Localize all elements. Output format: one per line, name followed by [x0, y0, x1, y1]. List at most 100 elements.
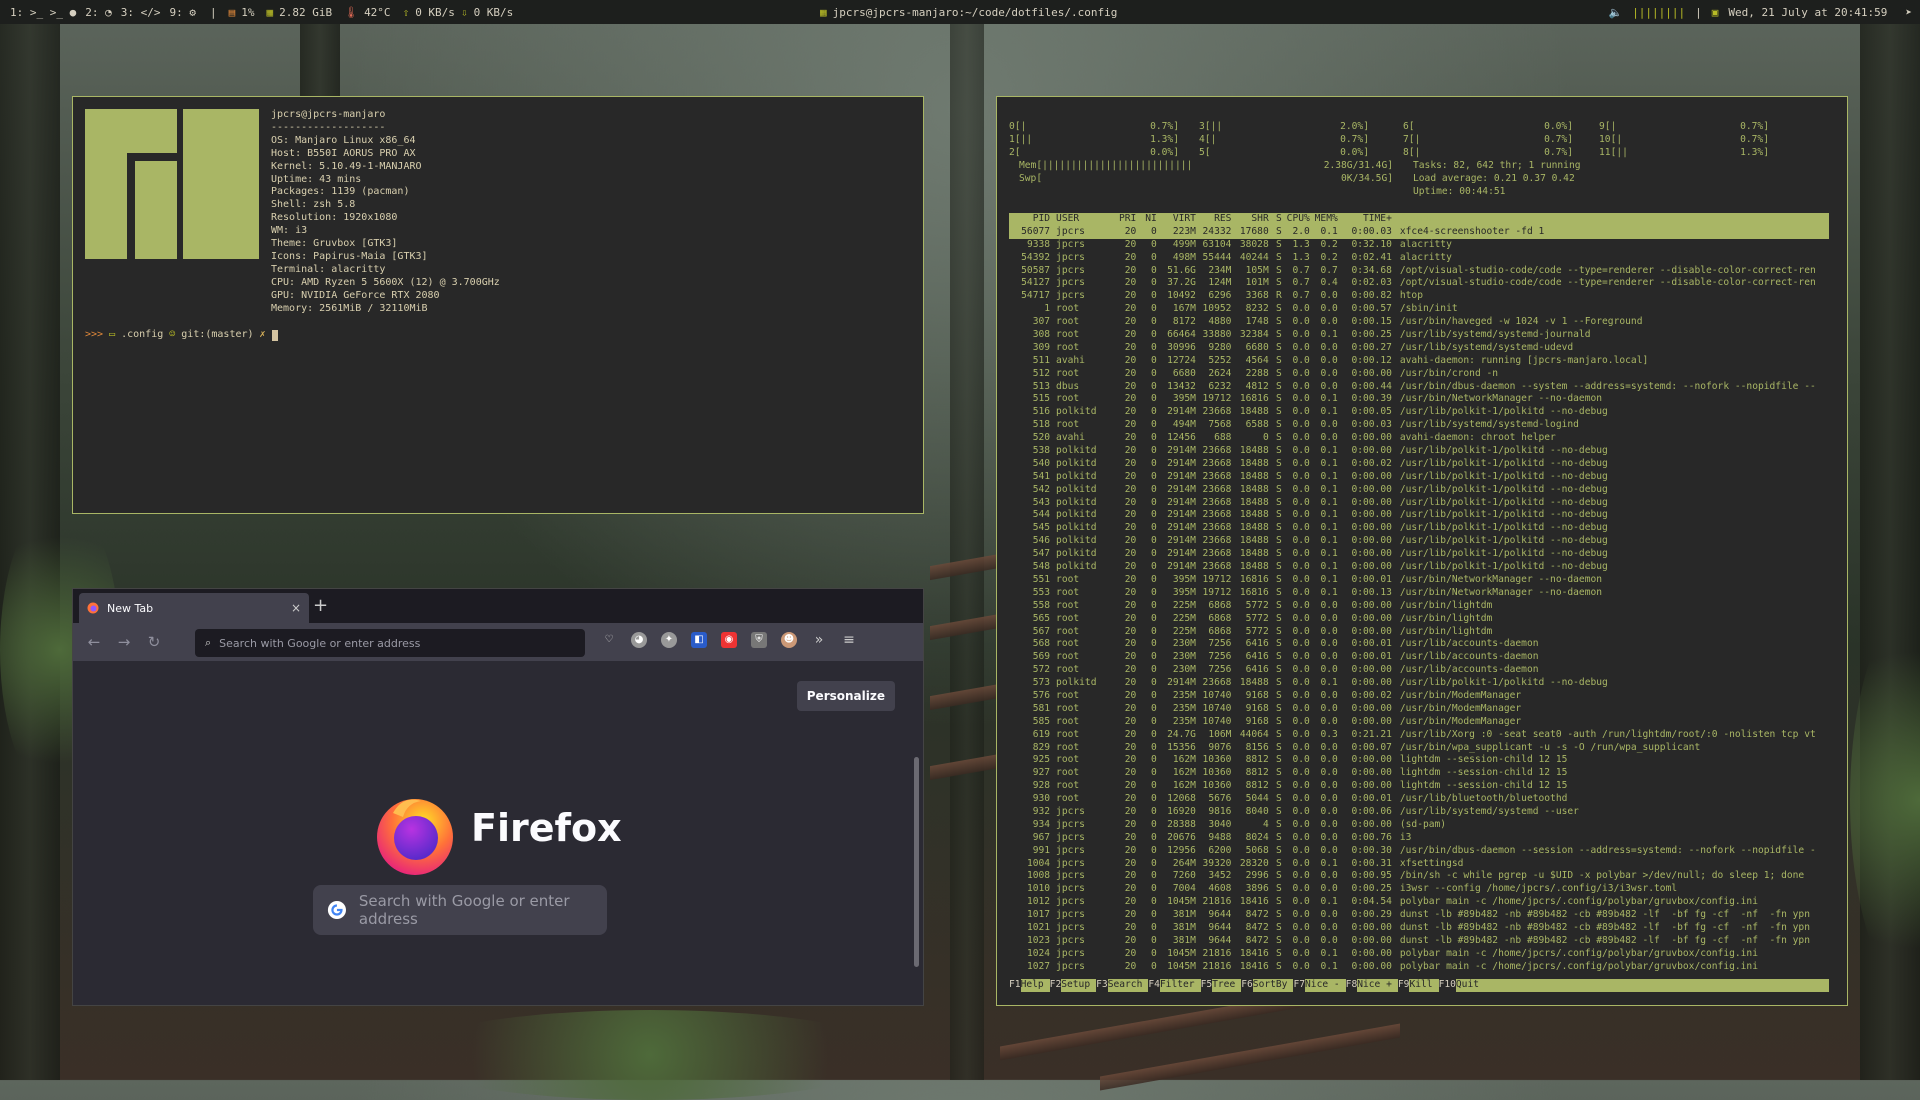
function-key[interactable]: F9 Kill	[1397, 979, 1439, 992]
table-row[interactable]: 925 root 20 0 162M 10360 8812 S 0.0 0.0 0:00.00 lig…	[1009, 754, 1829, 767]
new-tab-button[interactable]: +	[313, 595, 328, 616]
function-key[interactable]: F7 Nice -	[1293, 979, 1346, 992]
personalize-button[interactable]: Personalize	[796, 681, 895, 711]
table-row[interactable]: 515 root 20 0 395M 19712 16816 S 0.0 0.1 0:00.39/u…	[1009, 393, 1829, 406]
table-row[interactable]: 1024 jpcrs 20 0 1045M 21816 18416 S 0.0 0.1 0:00.0…	[1009, 948, 1829, 961]
new-tab-search-input[interactable]: Search with Google or enter address	[313, 885, 607, 935]
function-key[interactable]: F8 Nice +	[1345, 979, 1398, 992]
table-row[interactable]: 307 root 20 0 8172 4880 1748 S 0.0 0.0 0:00.15/usr…	[1009, 316, 1829, 329]
table-row[interactable]: 567 root 20 0 225M 6868 5772 S 0.0 0.0 0:00.00/usr…	[1009, 626, 1829, 639]
table-row[interactable]: 54717 jpcrs 20 0 10492 6296 3368 R 0.7 0.0 0:00.82…	[1009, 290, 1829, 303]
account-icon[interactable]: ◕	[631, 632, 647, 648]
table-row[interactable]: 308 root 20 0 66464 33880 32384 S 0.0 0.1 0:00.25 /…	[1009, 329, 1829, 342]
shield-extension-icon[interactable]: ◧	[691, 632, 707, 648]
table-row[interactable]: 309 root 20 0 30996 9280 6680 S 0.0 0.0 0:00.27/us…	[1009, 342, 1829, 355]
table-row[interactable]: 56077 jpcrs 20 0 223M 24332 17680 S 2.0 0.1 0:00.0…	[1009, 225, 1829, 239]
table-row[interactable]: 546 polkitd 20 0 2914M 23668 18488 S 0.0 0.1 0:00.…	[1009, 535, 1829, 548]
volume-bar[interactable]: ||||||||	[1632, 6, 1685, 19]
table-row[interactable]: 572 root 20 0 230M 7256 6416 S 0.0 0.0 0:00.00/usr…	[1009, 664, 1829, 677]
reload-icon[interactable]: ↻	[139, 633, 169, 651]
table-row[interactable]: 585 root 20 0 235M 10740 9168 S 0.0 0.0 0:00.00/us…	[1009, 716, 1829, 729]
function-key[interactable]: F10 Quit	[1438, 979, 1485, 992]
function-key[interactable]: F4 Filter	[1148, 979, 1201, 992]
workspace-2[interactable]: 2: ◔	[85, 6, 112, 19]
table-row[interactable]: 516 polkitd 20 0 2914M 23668 18488 S 0.0 0.1 0:00.…	[1009, 406, 1829, 419]
table-row[interactable]: 9338 jpcrs 20 0 499M 63104 38028 S 1.3 0.2 0:32.10…	[1009, 239, 1829, 252]
table-row[interactable]: 565 root 20 0 225M 6868 5772 S 0.0 0.0 0:00.00/usr…	[1009, 613, 1829, 626]
table-header[interactable]: PID USER PRI NI VIRT RES SHR S CPU% MEM% TIME+ Comm…	[1009, 213, 1829, 226]
table-row[interactable]: 518 root 20 0 494M 7568 6588 S 0.0 0.0 0:00.03/usr…	[1009, 419, 1829, 432]
table-row[interactable]: 54392 jpcrs 20 0 498M 55444 40244 S 1.3 0.2 0:02.4…	[1009, 252, 1829, 265]
htop-window[interactable]: 0[| 0.7%] 1[|| 1.3%] 2[0.0%] 3[|| 2.0%] 4[|…	[996, 96, 1848, 1006]
table-row[interactable]: 1010 jpcrs 20 0 7004 4608 3896 S 0.0 0.0 0:00.25 i3…	[1009, 883, 1829, 896]
table-row[interactable]: 542 polkitd 20 0 2914M 23668 18488 S 0.0 0.1 0:00.…	[1009, 484, 1829, 497]
function-key[interactable]: F5 Tree	[1200, 979, 1242, 992]
table-row[interactable]: 568 root 20 0 230M 7256 6416 S 0.0 0.0 0:00.01/usr…	[1009, 638, 1829, 651]
table-row[interactable]: 541 polkitd 20 0 2914M 23668 18488 S 0.0 0.1 0:00.…	[1009, 471, 1829, 484]
table-row[interactable]: 50587 jpcrs 20 0 51.6G 234M 105M S 0.7 0.7 0:34.68…	[1009, 265, 1829, 278]
camera-icon[interactable]: ◉	[721, 632, 737, 648]
table-row[interactable]: 928 root 20 0 162M 10360 8812 S 0.0 0.0 0:00.00 lig…	[1009, 780, 1829, 793]
workspace-1[interactable]: 1: >_ >_ ●	[10, 6, 76, 19]
ublock-icon[interactable]: ⛨	[751, 632, 767, 648]
table-row[interactable]: 934 jpcrs 20 0 28388 3040 4 S 0.0 0.0 0:00.00 (sd-p…	[1009, 819, 1829, 832]
back-arrow-icon[interactable]: ←	[79, 633, 109, 651]
table-row[interactable]: 512 root 20 0 6680 2624 2288 S 0.0 0.0 0:00.00/usr…	[1009, 368, 1829, 381]
table-row[interactable]: 513 dbus 20 0 13432 6232 4812 S 0.0 0.0 0:00.44/us…	[1009, 381, 1829, 394]
process-table[interactable]: PID USER PRI NI VIRT RES SHR S CPU% MEM% TIME+ Comm…	[1009, 213, 1829, 974]
table-row[interactable]: 553 root 20 0 395M 19712 16816 S 0.0 0.1 0:00.13/u…	[1009, 587, 1829, 600]
table-row[interactable]: 576 root 20 0 235M 10740 9168 S 0.0 0.0 0:00.02/us…	[1009, 690, 1829, 703]
workspace-3[interactable]: 3: </>	[121, 6, 161, 19]
table-row[interactable]: 569 root 20 0 230M 7256 6416 S 0.0 0.0 0:00.01/usr…	[1009, 651, 1829, 664]
table-row[interactable]: 927 root 20 0 162M 10360 8812 S 0.0 0.0 0:00.00 lig…	[1009, 767, 1829, 780]
workspace-9[interactable]: 9: ⚙	[169, 6, 196, 19]
table-row[interactable]: 545 polkitd 20 0 2914M 23668 18488 S 0.0 0.1 0:00.…	[1009, 522, 1829, 535]
table-row[interactable]: 538 polkitd 20 0 2914M 23668 18488 S 0.0 0.1 0:00.…	[1009, 445, 1829, 458]
table-row[interactable]: 1023 jpcrs 20 0 381M 9644 8472 S 0.0 0.0 0:00.00 du…	[1009, 935, 1829, 948]
overflow-icon[interactable]: »	[811, 632, 827, 648]
tab-new-tab[interactable]: New Tab ×	[79, 593, 309, 623]
avatar-extension-icon[interactable]: ☻	[781, 632, 797, 648]
table-row[interactable]: 540 polkitd 20 0 2914M 23668 18488 S 0.0 0.1 0:00.…	[1009, 458, 1829, 471]
table-row[interactable]: 930 root 20 0 12068 5676 5044 S 0.0 0.0 0:00.01/us…	[1009, 793, 1829, 806]
table-row[interactable]: 558 root 20 0 225M 6868 5772 S 0.0 0.0 0:00.00/usr…	[1009, 600, 1829, 613]
menu-icon[interactable]: ≡	[841, 632, 857, 648]
function-key[interactable]: F1 Help	[1009, 979, 1050, 992]
forward-arrow-icon[interactable]: →	[109, 633, 139, 651]
pocket-icon[interactable]: ♡	[601, 632, 617, 648]
table-row[interactable]: 551 root 20 0 395M 19712 16816 S 0.0 0.1 0:00.01/u…	[1009, 574, 1829, 587]
table-row[interactable]: 1008 jpcrs 20 0 7260 3452 2996 S 0.0 0.0 0:00.95/b…	[1009, 870, 1829, 883]
function-key[interactable]: F3 Search	[1096, 979, 1149, 992]
function-key[interactable]: F6 SortBy	[1241, 979, 1294, 992]
scrollbar[interactable]	[914, 757, 919, 967]
table-row[interactable]: 1027 jpcrs 20 0 1045M 21816 18416 S 0.0 0.1 0:00.0…	[1009, 961, 1829, 974]
shell-prompt[interactable]: >>> ▭ .config ☺ git:(master) ✗	[85, 329, 278, 342]
table-row[interactable]: 1012 jpcrs 20 0 1045M 21816 18416 S 0.0 0.1 0:04.5…	[1009, 896, 1829, 909]
table-row[interactable]: 511 avahi 20 0 12724 5252 4564 S 0.0 0.0 0:00.12 av…	[1009, 355, 1829, 368]
compass-icon[interactable]: ✦	[661, 632, 677, 648]
terminal-window[interactable]: jpcrs@jpcrs-manjaro ------------------- …	[72, 96, 924, 514]
table-row[interactable]: 967 jpcrs 20 0 20676 9488 8024 S 0.0 0.0 0:00.76 i3	[1009, 832, 1829, 845]
table-row[interactable]: 520 avahi 20 0 12456 688 0 S 0.0 0.0 0:00.00 avahi-…	[1009, 432, 1829, 445]
table-row[interactable]: 1017 jpcrs 20 0 381M 9644 8472 S 0.0 0.0 0:00.29 du…	[1009, 909, 1829, 922]
table-row[interactable]: 991 jpcrs 20 0 12956 6200 5068 S 0.0 0.0 0:00.30/u…	[1009, 845, 1829, 858]
table-row[interactable]: 54127 jpcrs 20 0 37.2G 124M 101M S 0.7 0.4 0:02.03…	[1009, 277, 1829, 290]
table-row[interactable]: 1021 jpcrs 20 0 381M 9644 8472 S 0.0 0.0 0:00.00 du…	[1009, 922, 1829, 935]
close-tab-icon[interactable]: ×	[291, 601, 301, 615]
table-row[interactable]: 543 polkitd 20 0 2914M 23668 18488 S 0.0 0.1 0:00.…	[1009, 497, 1829, 510]
table-row[interactable]: 544 polkitd 20 0 2914M 23668 18488 S 0.0 0.1 0:00.…	[1009, 509, 1829, 522]
firefox-window[interactable]: New Tab × + ← → ↻ ⌕ Search with Google o…	[72, 588, 924, 1006]
table-row[interactable]: 573 polkitd 20 0 2914M 23668 18488 S 0.0 0.1 0:00.…	[1009, 677, 1829, 690]
function-key[interactable]: F2 Setup	[1049, 979, 1097, 992]
table-row[interactable]: 932 jpcrs 20 0 16920 9816 8040 S 0.0 0.0 0:00.06/u…	[1009, 806, 1829, 819]
table-row[interactable]: 581 root 20 0 235M 10740 9168 S 0.0 0.0 0:00.00/us…	[1009, 703, 1829, 716]
send-icon[interactable]: ➤	[1897, 6, 1912, 19]
table-row[interactable]: 1004 jpcrs 20 0 264M 39320 28320 S 0.0 0.1 0:00.31…	[1009, 858, 1829, 871]
table-row[interactable]: 829 root 20 0 15356 9076 8156 S 0.0 0.0 0:00.07/us…	[1009, 742, 1829, 755]
url-bar[interactable]: ⌕ Search with Google or enter address	[195, 629, 585, 657]
table-row[interactable]: 548 polkitd 20 0 2914M 23668 18488 S 0.0 0.1 0:00.…	[1009, 561, 1829, 574]
table-row[interactable]: 619 root 20 0 24.7G 106M 44064 S 0.0 0.3 0:21.21/u…	[1009, 729, 1829, 742]
table-row[interactable]: 1 root 20 0 167M 10952 8232 S 0.0 0.0 0:00.57/sbin…	[1009, 303, 1829, 316]
table-row[interactable]: 547 polkitd 20 0 2914M 23668 18488 S 0.0 0.1 0:00.…	[1009, 548, 1829, 561]
volume-icon[interactable]: 🔈	[1608, 6, 1622, 19]
